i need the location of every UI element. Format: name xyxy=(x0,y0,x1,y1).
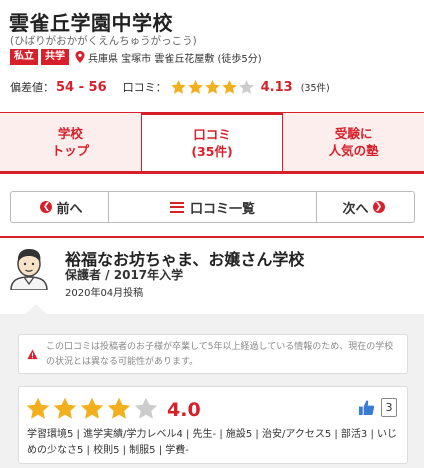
next-label: 次へ xyxy=(342,201,369,217)
location-pin-icon xyxy=(75,51,85,63)
reviewer-info: 保護者 / 2017年入学 xyxy=(65,268,184,282)
warning-icon xyxy=(27,349,38,360)
tab-school-top[interactable]: 学校 トップ xyxy=(0,113,141,171)
tab-bar: 学校トップ 口コミ (35件) 受験に人気の塾 xyxy=(0,112,424,174)
tag-private: 私立 xyxy=(10,49,38,65)
kuchikomi-label: 口コミ： xyxy=(122,81,167,94)
old-review-notice: この口コミは投稿者のお子様が卒業して5年以上経過している情報のため、現在の学校の… xyxy=(18,334,408,374)
tab-label: (35件) xyxy=(191,144,233,159)
parent-avatar-icon xyxy=(10,249,48,290)
star-filled-icon xyxy=(170,79,186,94)
thumbs-up-icon[interactable] xyxy=(358,399,375,416)
review-list-label: 口コミ一覧 xyxy=(189,201,255,217)
prev-label: 前へ xyxy=(56,201,83,217)
school-name: 雲雀丘学園中学校 xyxy=(9,11,173,35)
star-filled-icon xyxy=(107,397,131,419)
star-filled-icon xyxy=(221,79,237,94)
tab-reviews[interactable]: 口コミ (35件) xyxy=(140,112,284,171)
star-empty-icon xyxy=(134,397,158,419)
notice-text: この口コミは投稿者のお子様が卒業して5年以上経過している情報のため、現在の学校の… xyxy=(46,342,394,367)
tab-label: 口コミ xyxy=(193,127,231,142)
star-filled-icon xyxy=(26,397,50,419)
tab-label: トップ xyxy=(51,143,90,158)
speech-bubble-tip xyxy=(26,304,46,314)
star-empty-icon xyxy=(238,79,254,94)
hensachi-label: 偏差値： xyxy=(10,81,54,94)
stats-row: 偏差値： 54 - 56 口コミ： 4.13 (35件) xyxy=(10,78,330,96)
review-list-button[interactable]: 口コミ一覧 xyxy=(109,192,316,222)
section-divider xyxy=(0,236,424,238)
posted-date: 2020年04月投稿 xyxy=(65,288,144,299)
category-scores: 学習環境5 | 進学実績/学力レベル4 | 先生- | 施設5 | 治安/アクセ… xyxy=(27,429,398,456)
tab-label: 人気の塾 xyxy=(328,143,379,158)
review-rating-value: 4.0 xyxy=(167,399,201,421)
tab-label: 学校 xyxy=(57,126,83,141)
hensachi-value: 54 - 56 xyxy=(56,79,107,95)
rating-stars-small xyxy=(170,79,255,96)
star-filled-icon xyxy=(187,79,203,94)
tab-label: 受験に xyxy=(334,126,373,141)
rating-stars-large xyxy=(25,396,159,422)
star-filled-icon xyxy=(204,79,220,94)
next-button[interactable]: 次へ ❯ xyxy=(316,192,414,222)
chevron-right-icon: ❯ xyxy=(372,201,385,213)
review-rating-card: 4.0 3 学習環境5 | 進学実績/学力レベル4 | 先生- | 施設5 | … xyxy=(18,386,408,464)
tag-coed: 共学 xyxy=(41,49,69,65)
tab-cram-schools[interactable]: 受験に 人気の塾 xyxy=(283,113,424,171)
rating-value-small: 4.13 xyxy=(260,79,293,95)
star-filled-icon xyxy=(53,397,77,419)
school-kana: (ひばりがおかがくえんちゅうがっこう) xyxy=(10,35,197,47)
review-pager: ❮ 前へ 口コミ一覧 次へ ❯ xyxy=(10,191,415,223)
school-meta: 私立 共学 兵庫県 宝塚市 雲雀丘花屋敷 (徒歩5分) xyxy=(10,49,262,65)
star-filled-icon xyxy=(80,397,104,419)
like-count: 3 xyxy=(381,398,397,417)
list-icon xyxy=(169,201,184,213)
school-address: 兵庫県 宝塚市 雲雀丘花屋敷 (徒歩5分) xyxy=(88,53,262,65)
chevron-left-icon: ❮ xyxy=(40,201,53,213)
prev-button[interactable]: ❮ 前へ xyxy=(11,192,109,222)
review-count: (35件) xyxy=(300,83,330,94)
